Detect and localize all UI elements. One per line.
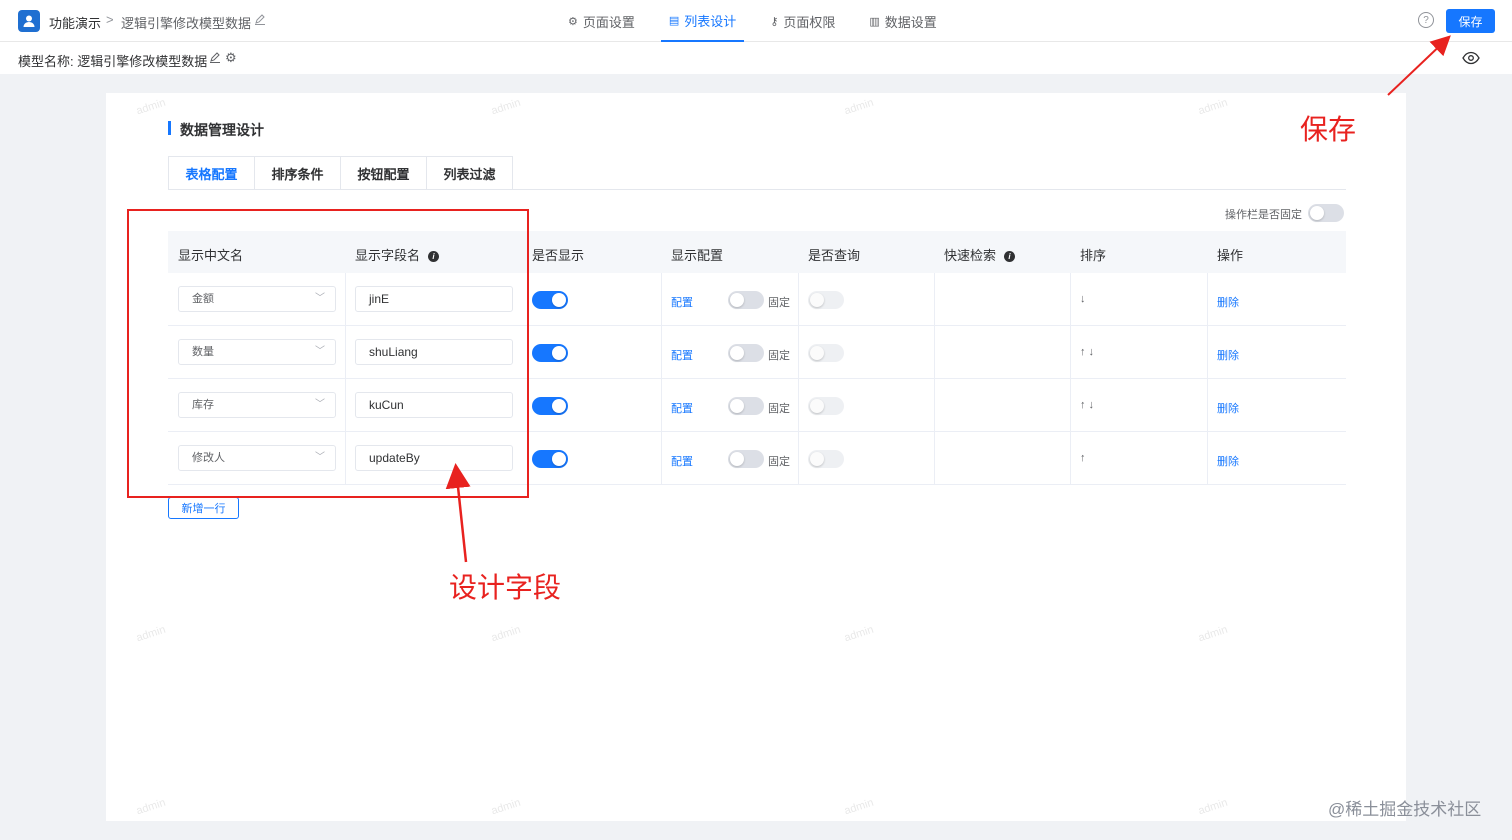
arrow-to-save-button [1387,35,1451,96]
arrow-to-field-input [445,463,471,563]
annotation-arrows [445,35,1451,563]
footer-watermark: @稀土掘金技术社区 [1328,800,1482,819]
